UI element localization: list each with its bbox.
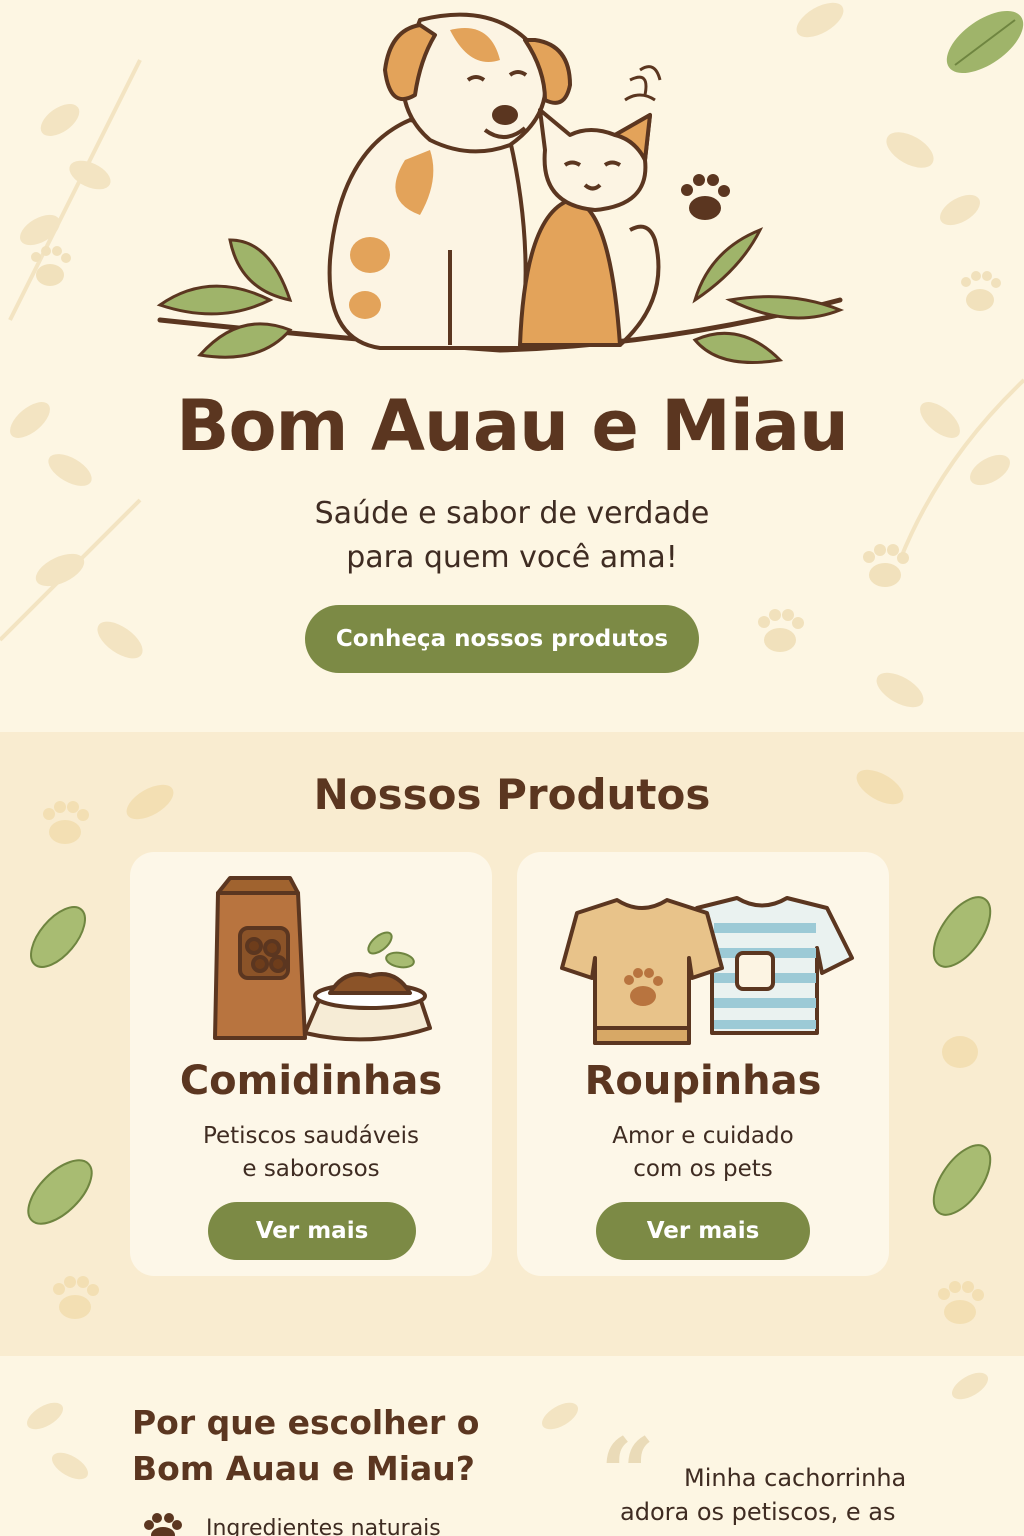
products-section: Nossos Produtos Comidinhas Petiscos saud… xyxy=(0,732,1024,1356)
clothes-desc-line-1: Amor e cuidado xyxy=(612,1123,794,1149)
dog-and-cat-logo xyxy=(156,12,845,364)
why-choose-title: Por que escolher o Bom Auau e Miau? xyxy=(132,1400,552,1492)
why-title-line-1: Por que escolher o xyxy=(132,1403,480,1442)
food-desc-line-2: e saborosos xyxy=(242,1156,380,1182)
discover-products-button[interactable]: Conheça nossos produtos xyxy=(305,605,699,673)
tagline-line-2: para quem você ama! xyxy=(346,540,678,575)
testimonial-line-1: Minha cachorrinha xyxy=(684,1464,907,1492)
clothes-card-title: Roupinhas xyxy=(584,1058,822,1104)
why-choose-section: Por que escolher o Bom Auau e Miau? Ingr… xyxy=(0,1356,1024,1536)
pet-clothes-icon xyxy=(560,896,854,1045)
clothes-desc-line-2: com os pets xyxy=(633,1156,773,1182)
food-see-more-button[interactable]: Ver mais xyxy=(208,1202,416,1260)
clothes-see-more-button[interactable]: Ver mais xyxy=(596,1202,810,1260)
clothes-card-description: Amor e cuidado com os pets xyxy=(517,1120,889,1186)
pet-food-icon xyxy=(213,876,432,1042)
food-desc-line-1: Petiscos saudáveis xyxy=(202,1123,420,1149)
tagline-line-1: Saúde e sabor de verdade xyxy=(314,496,710,531)
paw-icon xyxy=(144,1513,182,1536)
why-title-line-2: Bom Auau e Miau? xyxy=(132,1449,475,1488)
products-section-title: Nossos Produtos xyxy=(313,770,711,819)
why-item-natural-ingredients: Ingredientes naturais xyxy=(140,1508,540,1536)
tagline: Saúde e sabor de verdade para quem você … xyxy=(0,492,1024,580)
food-card-description: Petiscos saudáveis e saborosos xyxy=(130,1120,492,1186)
hero-section: Bom Auau e Miau Saúde e sabor de verdade… xyxy=(0,0,1024,732)
brand-title: Bom Auau e Miau xyxy=(176,385,849,467)
product-card-clothes: Roupinhas Amor e cuidado com os pets Ver… xyxy=(517,852,889,1276)
testimonial-line-2: adora os petiscos, e as xyxy=(620,1498,896,1526)
why-item-text: Ingredientes naturais xyxy=(206,1515,441,1536)
product-card-food: Comidinhas Petiscos saudáveis e saboroso… xyxy=(130,852,492,1276)
food-card-title: Comidinhas xyxy=(179,1058,443,1104)
testimonial-text: Minha cachorrinha adora os petiscos, e a… xyxy=(620,1461,950,1529)
